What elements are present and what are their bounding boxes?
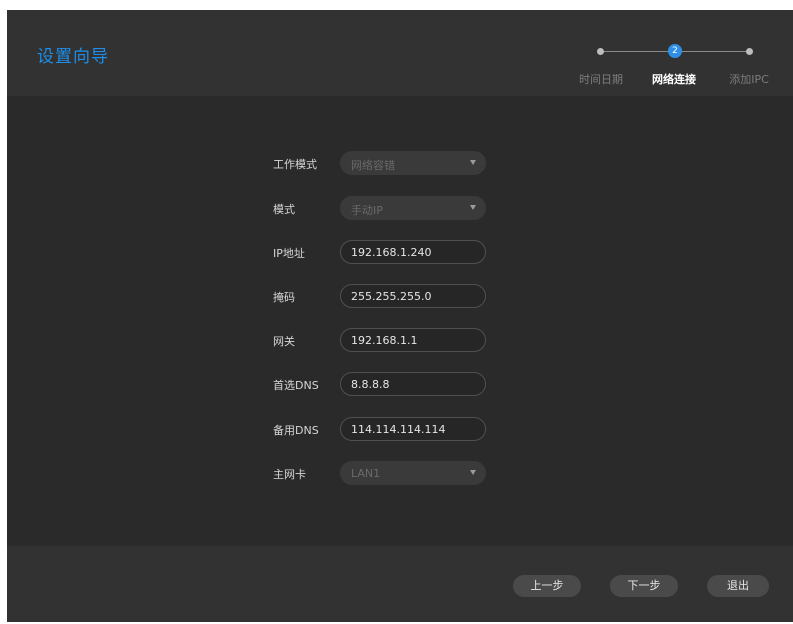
gateway-input[interactable]: 192.168.1.1 [340, 328, 486, 352]
mask-label: 掩码 [273, 291, 295, 304]
preferred-dns-value: 8.8.8.8 [351, 378, 390, 391]
dns1-label: 首选DNS [273, 379, 319, 392]
chevron-down-icon [470, 470, 476, 475]
step-connector-2 [681, 51, 753, 52]
chevron-down-icon [470, 205, 476, 210]
network-form: 工作模式 网络容错 模式 手动IP IP地址 192.168.1.240 掩码 … [7, 96, 793, 546]
dns2-row: 备用DNS 114.114.114.114 [7, 417, 793, 443]
mode-label: 模式 [273, 203, 295, 216]
work-mode-row: 工作模式 网络容错 [7, 151, 793, 177]
gateway-value: 192.168.1.1 [351, 334, 418, 347]
primary-nic-value: LAN1 [351, 467, 381, 480]
alternate-dns-input[interactable]: 114.114.114.114 [340, 417, 486, 441]
ip-label: IP地址 [273, 247, 305, 260]
alternate-dns-value: 114.114.114.114 [351, 423, 446, 436]
step-indicator: 2 时间日期 网络连接 添加IPC [7, 10, 793, 96]
chevron-down-icon [470, 160, 476, 165]
nic-row: 主网卡 LAN1 [7, 461, 793, 487]
mode-row: 模式 手动IP [7, 196, 793, 222]
subnet-mask-input[interactable]: 255.255.255.0 [340, 284, 486, 308]
ip-address-value: 192.168.1.240 [351, 246, 432, 259]
ip-row: IP地址 192.168.1.240 [7, 240, 793, 266]
step-connector-1 [600, 51, 675, 52]
mask-row: 掩码 255.255.255.0 [7, 284, 793, 310]
step-1-label: 时间日期 [579, 73, 623, 86]
primary-nic-select[interactable]: LAN1 [340, 461, 486, 485]
step-3-dot [746, 48, 753, 55]
dns1-row: 首选DNS 8.8.8.8 [7, 372, 793, 398]
dns2-label: 备用DNS [273, 424, 319, 437]
wizard-header: 设置向导 2 时间日期 网络连接 添加IPC [7, 10, 793, 96]
exit-button[interactable]: 退出 [707, 575, 769, 597]
work-mode-label: 工作模式 [273, 158, 317, 171]
wizard-footer: 上一步 下一步 退出 [7, 546, 793, 622]
work-mode-select[interactable]: 网络容错 [340, 151, 486, 175]
preferred-dns-input[interactable]: 8.8.8.8 [340, 372, 486, 396]
ip-address-input[interactable]: 192.168.1.240 [340, 240, 486, 264]
subnet-mask-value: 255.255.255.0 [351, 290, 432, 303]
nic-label: 主网卡 [273, 468, 306, 481]
work-mode-value: 网络容错 [351, 159, 395, 172]
step-2-label: 网络连接 [652, 73, 696, 86]
prev-button[interactable]: 上一步 [513, 575, 581, 597]
gateway-row: 网关 192.168.1.1 [7, 328, 793, 354]
gateway-label: 网关 [273, 335, 295, 348]
mode-value: 手动IP [351, 204, 383, 217]
setup-wizard-window: 设置向导 2 时间日期 网络连接 添加IPC 工作模式 网络容错 模式 手动IP [7, 10, 793, 622]
next-button[interactable]: 下一步 [610, 575, 678, 597]
mode-select[interactable]: 手动IP [340, 196, 486, 220]
step-3-label: 添加IPC [729, 73, 769, 86]
step-1-dot [597, 48, 604, 55]
step-2-badge: 2 [668, 44, 682, 58]
